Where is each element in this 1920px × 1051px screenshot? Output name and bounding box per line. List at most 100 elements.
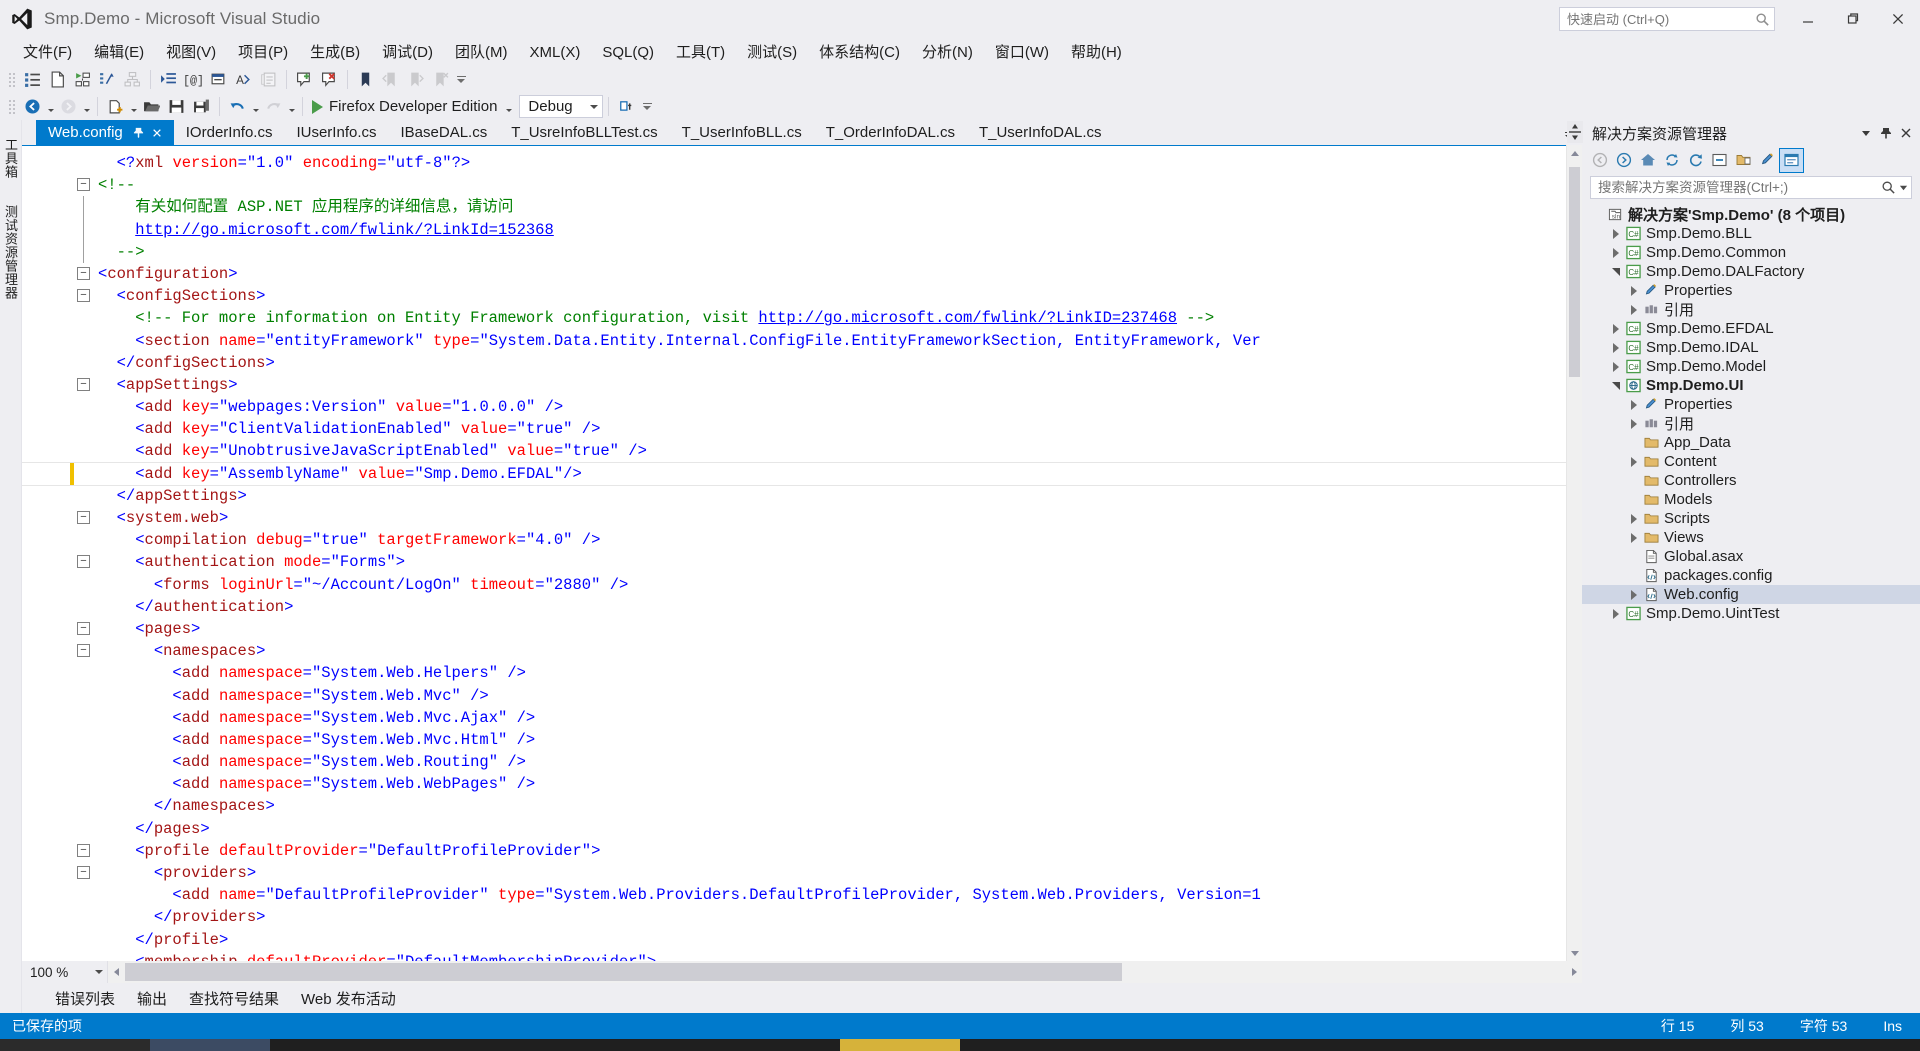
scroll-up-arrow[interactable] bbox=[1567, 145, 1582, 161]
menu-item-12[interactable]: 分析(N) bbox=[911, 41, 984, 64]
solution-configuration-combo[interactable]: Debug bbox=[519, 95, 604, 118]
solution-tree-node[interactable]: Properties bbox=[1582, 395, 1920, 414]
code-token[interactable]: http://go.microsoft.com/fwlink/?LinkID=2… bbox=[758, 309, 1177, 327]
document-tab-0[interactable]: Web.config bbox=[36, 120, 174, 145]
quick-launch-input[interactable] bbox=[1567, 11, 1755, 27]
menu-item-13[interactable]: 窗口(W) bbox=[984, 41, 1060, 64]
restore-button[interactable] bbox=[1830, 0, 1875, 38]
menu-item-6[interactable]: 团队(M) bbox=[444, 41, 519, 64]
menu-item-7[interactable]: XML(X) bbox=[518, 41, 591, 64]
taskbar-segment[interactable] bbox=[0, 1039, 150, 1051]
document-tab-1[interactable]: IOrderInfo.cs bbox=[174, 120, 285, 145]
redo-icon[interactable] bbox=[261, 95, 286, 118]
menu-item-4[interactable]: 生成(B) bbox=[299, 41, 371, 64]
left-dock-tab-1[interactable]: 测试资源管理器 bbox=[0, 201, 23, 304]
taskbar-segment[interactable] bbox=[150, 1039, 270, 1051]
collapse-toggle-icon[interactable]: − bbox=[77, 843, 90, 857]
xml-hierarchy-icon[interactable] bbox=[120, 68, 145, 91]
document-tab-4[interactable]: T_UsreInfoBLLTest.cs bbox=[499, 120, 669, 145]
sync-with-active-document-icon[interactable] bbox=[1660, 149, 1683, 172]
chevron-right-icon[interactable] bbox=[1608, 338, 1624, 357]
menu-item-9[interactable]: 工具(T) bbox=[665, 41, 736, 64]
back-icon[interactable] bbox=[1588, 149, 1611, 172]
chevron-right-icon[interactable] bbox=[1608, 224, 1624, 243]
chevron-right-icon[interactable] bbox=[1608, 319, 1624, 338]
remove-comment-icon[interactable] bbox=[317, 68, 342, 91]
collapse-all-icon[interactable] bbox=[1708, 149, 1731, 172]
new-project-dropdown[interactable] bbox=[128, 95, 139, 118]
start-debugging-button[interactable]: Firefox Developer Edition bbox=[308, 95, 503, 118]
pin-icon[interactable] bbox=[133, 127, 144, 138]
start-debugging-dropdown[interactable] bbox=[503, 95, 514, 118]
undo-icon[interactable] bbox=[225, 95, 250, 118]
solution-explorer-search-input[interactable] bbox=[1598, 180, 1881, 195]
left-dock-tab-0[interactable]: 工具箱 bbox=[0, 134, 23, 183]
solution-tree-node[interactable]: 引用 bbox=[1582, 414, 1920, 433]
menu-item-8[interactable]: SQL(Q) bbox=[591, 41, 665, 64]
navigate-backward-dropdown[interactable] bbox=[45, 95, 56, 118]
pin-icon[interactable] bbox=[1876, 123, 1896, 143]
chevron-right-icon[interactable] bbox=[1626, 509, 1642, 528]
add-comment-icon[interactable] bbox=[292, 68, 317, 91]
chevron-down-icon[interactable] bbox=[1608, 376, 1624, 395]
chevron-down-icon[interactable] bbox=[1608, 262, 1624, 281]
solution-explorer-search-box[interactable] bbox=[1590, 176, 1912, 199]
new-project-icon[interactable] bbox=[103, 95, 128, 118]
properties-icon[interactable] bbox=[1756, 149, 1779, 172]
document-tab-2[interactable]: IUserInfo.cs bbox=[284, 120, 388, 145]
solution-tree-node[interactable]: Views bbox=[1582, 528, 1920, 547]
chevron-right-icon[interactable] bbox=[1626, 300, 1642, 319]
chevron-right-icon[interactable] bbox=[1608, 357, 1624, 376]
bottom-tool-tab-2[interactable]: 查找符号结果 bbox=[178, 984, 290, 1013]
format-document-icon[interactable] bbox=[156, 68, 181, 91]
solution-tree-node[interactable]: C# Smp.Demo.BLL bbox=[1582, 224, 1920, 243]
chevron-right-icon[interactable] bbox=[1626, 585, 1642, 604]
zoom-level-selector[interactable]: 100 % bbox=[22, 961, 108, 983]
editor-split-handle[interactable] bbox=[1567, 121, 1583, 143]
editor-vertical-scrollbar[interactable] bbox=[1566, 121, 1583, 961]
solution-tree-node[interactable]: App_Data bbox=[1582, 433, 1920, 452]
solution-tree-node[interactable]: Properties bbox=[1582, 281, 1920, 300]
collapse-toggle-icon[interactable]: − bbox=[77, 511, 90, 524]
solution-tree-node[interactable]: Global.asax bbox=[1582, 547, 1920, 566]
collapse-toggle-icon[interactable]: − bbox=[77, 289, 90, 303]
menu-item-14[interactable]: 帮助(H) bbox=[1060, 41, 1133, 64]
collapse-toggle-icon[interactable]: − bbox=[77, 644, 90, 658]
menu-item-0[interactable]: 文件(F) bbox=[12, 41, 83, 64]
minimize-button[interactable] bbox=[1785, 0, 1830, 38]
solution-tree-node[interactable]: Scripts bbox=[1582, 509, 1920, 528]
solution-tree-node[interactable]: Models bbox=[1582, 490, 1920, 509]
navigate-forward-dropdown[interactable] bbox=[81, 95, 92, 118]
toolbar-overflow-button[interactable] bbox=[639, 95, 655, 118]
xslt-transform-icon[interactable] bbox=[95, 68, 120, 91]
open-file-icon[interactable] bbox=[139, 95, 164, 118]
chevron-right-icon[interactable] bbox=[1608, 243, 1624, 262]
close-button[interactable] bbox=[1875, 0, 1920, 38]
collapse-toggle-icon[interactable]: − bbox=[77, 555, 90, 569]
vertical-scroll-thumb[interactable] bbox=[1569, 167, 1580, 377]
scroll-right-arrow[interactable] bbox=[1566, 961, 1582, 983]
menu-item-2[interactable]: 视图(V) bbox=[155, 41, 227, 64]
toolbar-overflow-button[interactable] bbox=[453, 68, 469, 91]
show-outline-icon[interactable] bbox=[20, 68, 45, 91]
menu-item-1[interactable]: 编辑(E) bbox=[83, 41, 155, 64]
new-document-icon[interactable] bbox=[45, 68, 70, 91]
document-tab-6[interactable]: T_OrderInfoDAL.cs bbox=[814, 120, 967, 145]
xml-schema-icon[interactable] bbox=[70, 68, 95, 91]
bookmark-icon[interactable] bbox=[353, 68, 378, 91]
collapse-toggle-icon[interactable]: − bbox=[77, 866, 90, 879]
document-tab-5[interactable]: T_UserInfoBLL.cs bbox=[670, 120, 814, 145]
save-icon[interactable] bbox=[164, 95, 189, 118]
solution-tree-node[interactable]: 引用 bbox=[1582, 300, 1920, 319]
show-all-files-icon[interactable] bbox=[1732, 149, 1755, 172]
attribute-icon[interactable]: [@] bbox=[181, 68, 206, 91]
close-tab-icon[interactable] bbox=[152, 126, 162, 140]
preview-selected-items-icon[interactable] bbox=[1779, 147, 1804, 173]
code-token[interactable]: http://go.microsoft.com/fwlink/?LinkId=1… bbox=[135, 221, 554, 239]
menu-item-11[interactable]: 体系结构(C) bbox=[808, 41, 911, 64]
solution-tree-node[interactable]: packages.config bbox=[1582, 566, 1920, 585]
solution-tree-node[interactable]: sln 解决方案'Smp.Demo' (8 个项目) bbox=[1582, 205, 1920, 224]
menu-item-10[interactable]: 测试(S) bbox=[736, 41, 808, 64]
collapse-toggle-icon[interactable]: − bbox=[77, 178, 90, 192]
surround-with-icon[interactable]: A bbox=[231, 68, 256, 91]
